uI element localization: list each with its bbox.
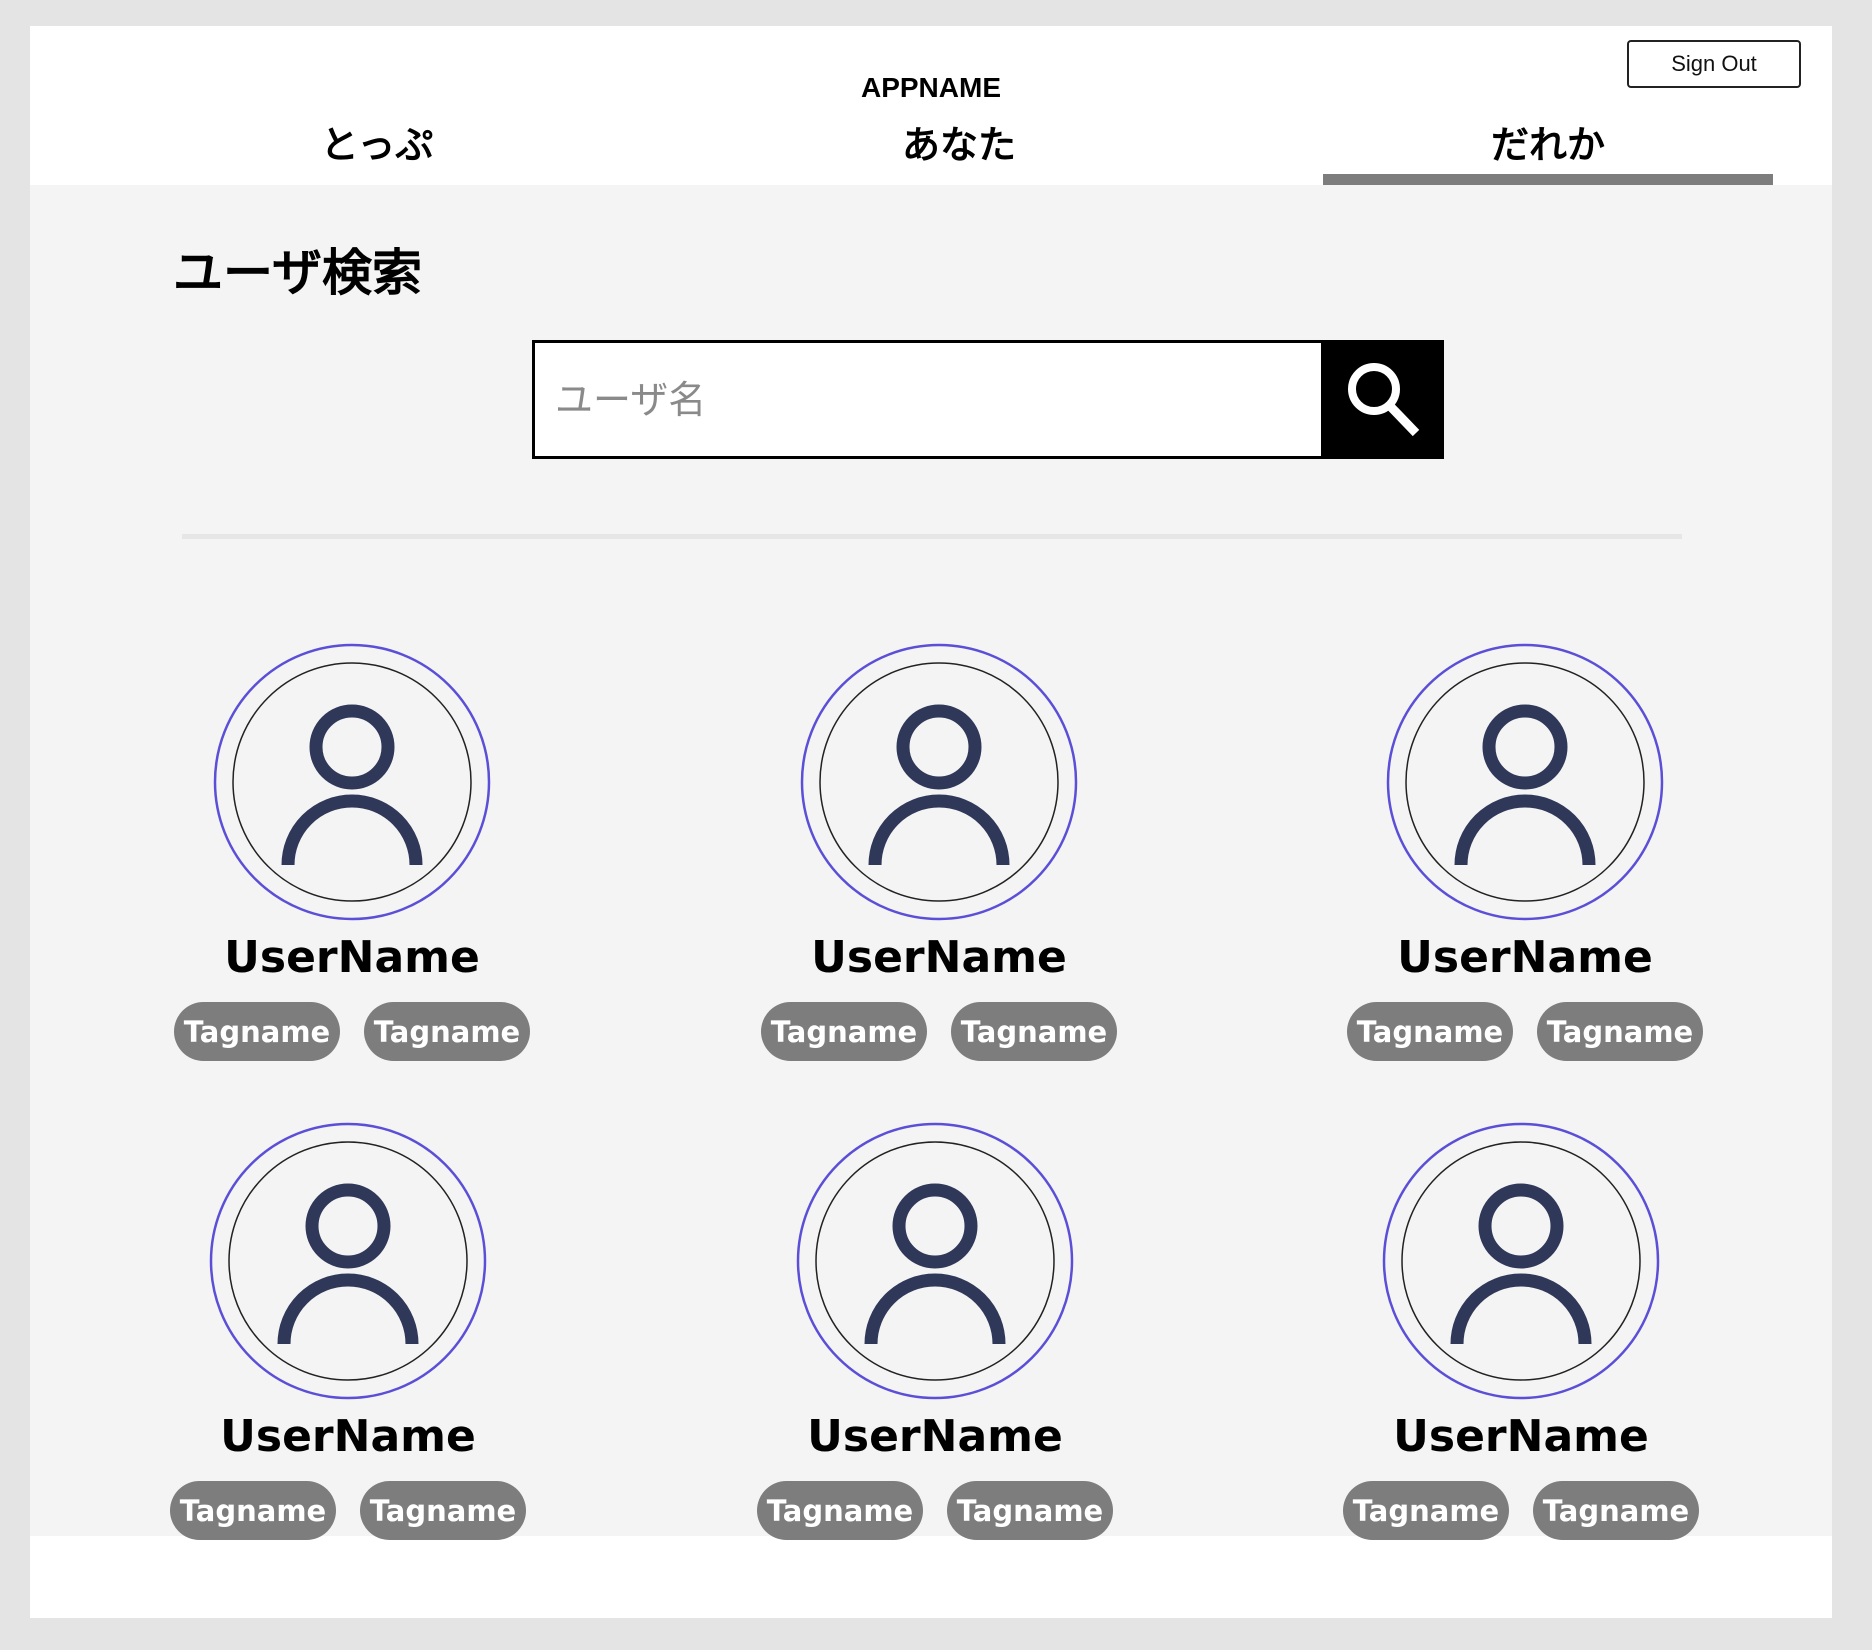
avatar[interactable] <box>796 1122 1074 1400</box>
user-card: UserName Tagname Tagname <box>735 1122 1135 1572</box>
user-card: UserName Tagname Tagname <box>152 643 552 1093</box>
username[interactable]: UserName <box>148 1411 548 1463</box>
active-tab-indicator <box>1323 174 1773 185</box>
user-card: UserName Tagname Tagname <box>1325 643 1725 1093</box>
username[interactable]: UserName <box>1325 932 1725 984</box>
tag-list: Tagname Tagname <box>1321 1481 1721 1540</box>
user-icon <box>213 643 491 921</box>
username[interactable]: UserName <box>152 932 552 984</box>
user-card: UserName Tagname Tagname <box>739 643 1139 1093</box>
tag[interactable]: Tagname <box>1537 1002 1703 1061</box>
username[interactable]: UserName <box>1321 1411 1721 1463</box>
tag[interactable]: Tagname <box>1343 1481 1509 1540</box>
tag[interactable]: Tagname <box>1533 1481 1699 1540</box>
tag[interactable]: Tagname <box>1347 1002 1513 1061</box>
avatar[interactable] <box>209 1122 487 1400</box>
tab-you[interactable]: あなた <box>754 116 1164 174</box>
avatar[interactable] <box>800 643 1078 921</box>
divider <box>182 534 1682 539</box>
avatar[interactable] <box>213 643 491 921</box>
search-button[interactable] <box>1322 340 1444 459</box>
tag[interactable]: Tagname <box>174 1002 340 1061</box>
tag[interactable]: Tagname <box>360 1481 526 1540</box>
user-card: UserName Tagname Tagname <box>148 1122 548 1572</box>
user-icon <box>800 643 1078 921</box>
tag-list: Tagname Tagname <box>735 1481 1135 1540</box>
user-icon <box>1386 643 1664 921</box>
avatar[interactable] <box>1386 643 1664 921</box>
tag[interactable]: Tagname <box>947 1481 1113 1540</box>
tag-list: Tagname Tagname <box>148 1481 548 1540</box>
tag[interactable]: Tagname <box>951 1002 1117 1061</box>
search-input[interactable] <box>532 340 1324 459</box>
search-icon <box>1348 362 1420 436</box>
app-title: APPNAME <box>860 72 1001 103</box>
tag[interactable]: Tagname <box>364 1002 530 1061</box>
user-card: UserName Tagname Tagname <box>1321 1122 1721 1572</box>
app-window: APPNAME Sign Out とっぷ あなた だれか ユーザ検索 UserN… <box>30 26 1832 1618</box>
tag-list: Tagname Tagname <box>1325 1002 1725 1061</box>
avatar[interactable] <box>1382 1122 1660 1400</box>
tag-list: Tagname Tagname <box>739 1002 1139 1061</box>
page-title: ユーザ検索 <box>173 244 422 302</box>
user-icon <box>209 1122 487 1400</box>
tab-top[interactable]: とっぷ <box>172 116 582 174</box>
username[interactable]: UserName <box>739 932 1139 984</box>
tag[interactable]: Tagname <box>761 1002 927 1061</box>
user-icon <box>796 1122 1074 1400</box>
tag-list: Tagname Tagname <box>152 1002 552 1061</box>
tab-someone[interactable]: だれか <box>1323 116 1773 174</box>
tag[interactable]: Tagname <box>170 1481 336 1540</box>
username[interactable]: UserName <box>735 1411 1135 1463</box>
sign-out-button[interactable]: Sign Out <box>1627 40 1801 88</box>
main-content: ユーザ検索 UserName Tagname Tagname <box>30 185 1832 1540</box>
tag[interactable]: Tagname <box>757 1481 923 1540</box>
user-icon <box>1382 1122 1660 1400</box>
